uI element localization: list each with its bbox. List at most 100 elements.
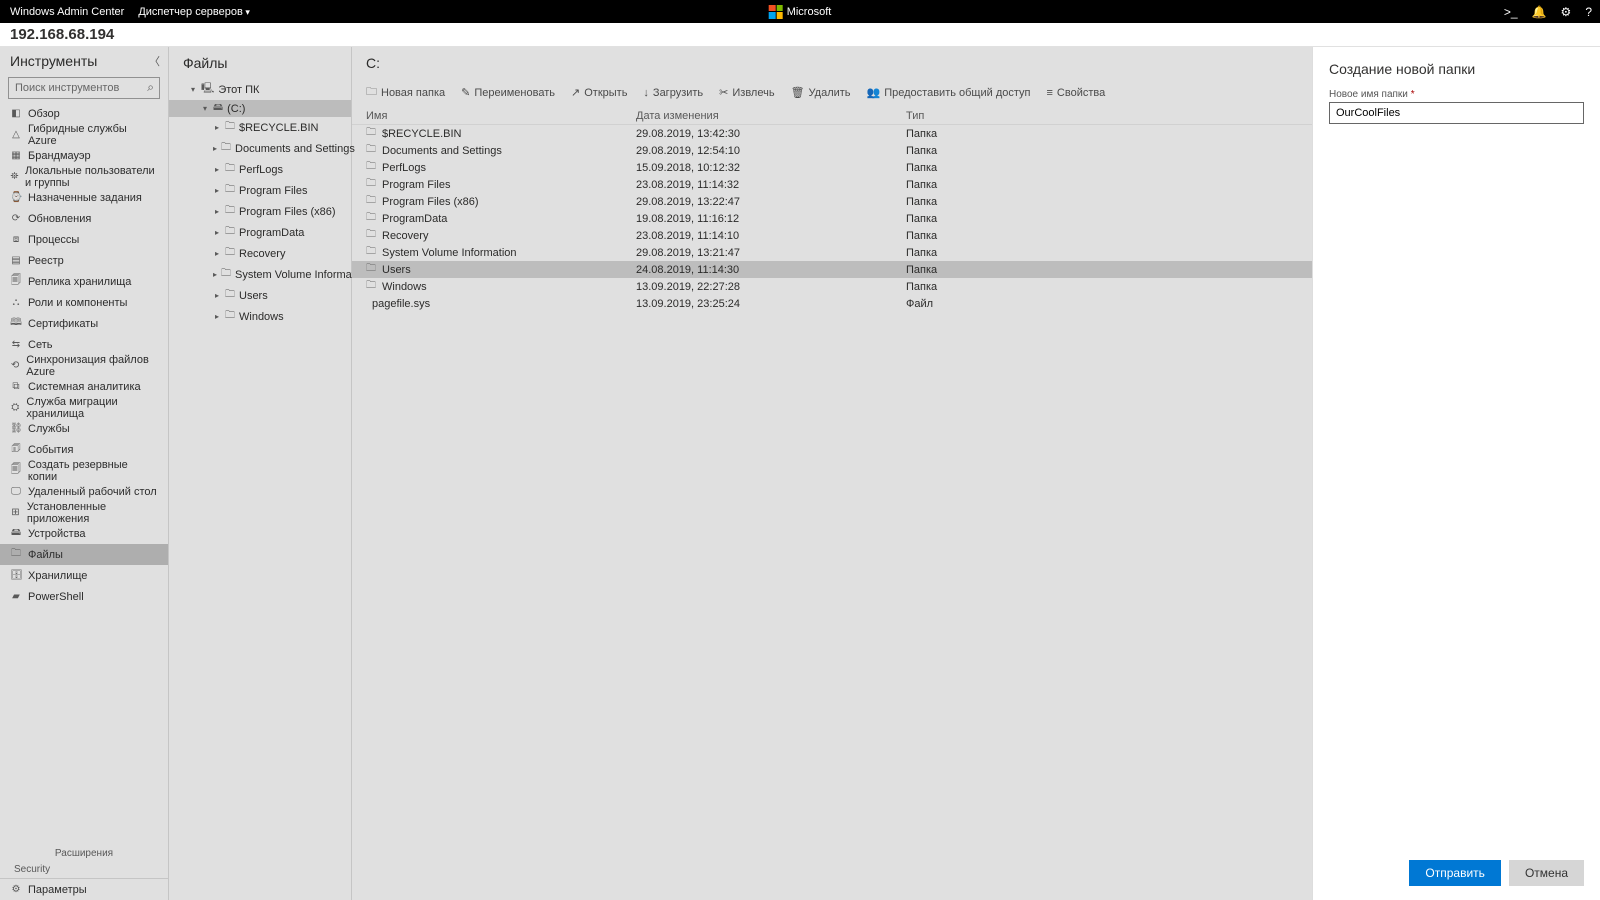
tree-folder[interactable]: ▸🗀System Volume Information bbox=[169, 266, 351, 283]
table-row[interactable]: 🗀Documents and Settings29.08.2019, 12:54… bbox=[352, 142, 1312, 159]
sidebar-settings[interactable]: ⚙ Параметры bbox=[0, 879, 168, 900]
top-bar: Windows Admin Center Диспетчер серверов … bbox=[0, 0, 1600, 23]
toolbar-button[interactable]: 👥Предоставить общий доступ bbox=[867, 83, 1031, 102]
table-row[interactable]: 🗀Program Files23.08.2019, 11:14:32Папка bbox=[352, 176, 1312, 193]
sidebar-item[interactable]: ⛓Службы bbox=[0, 418, 168, 439]
chevron-down-icon[interactable]: ▾ bbox=[201, 104, 209, 113]
sidebar-item[interactable]: ⊞Установленные приложения bbox=[0, 502, 168, 523]
chevron-right-icon[interactable]: ▸ bbox=[213, 207, 221, 216]
tree-drive-c[interactable]: ▾ 🖴 (C:) bbox=[169, 100, 351, 117]
toolbar-label: Извлечь bbox=[732, 87, 774, 99]
chevron-right-icon[interactable]: ▸ bbox=[213, 228, 221, 237]
sidebar-item[interactable]: 🗄Хранилище bbox=[0, 565, 168, 586]
toolbar-button[interactable]: ≡Свойства bbox=[1046, 83, 1105, 102]
file-date: 29.08.2019, 12:54:10 bbox=[636, 145, 906, 157]
tree-folder[interactable]: ▸🗀Program Files bbox=[169, 182, 351, 199]
submit-button[interactable]: Отправить bbox=[1409, 860, 1501, 886]
sidebar-item[interactable]: ⧈Процессы bbox=[0, 229, 168, 250]
tree-folder[interactable]: ▸🗀Documents and Settings bbox=[169, 140, 351, 157]
settings-icon[interactable]: ⚙ bbox=[1561, 5, 1572, 19]
col-type[interactable]: Тип bbox=[906, 110, 1006, 122]
tool-icon: ▦ bbox=[10, 150, 22, 161]
sidebar-item[interactable]: ◧Обзор bbox=[0, 103, 168, 124]
sidebar-item[interactable]: △Гибридные службы Azure bbox=[0, 124, 168, 145]
toolbar-button[interactable]: ✎Переименовать bbox=[461, 83, 555, 102]
toolbar-button[interactable]: 🗑Удалить bbox=[791, 83, 851, 102]
sidebar-item[interactable]: ⛯Локальные пользователи и группы bbox=[0, 166, 168, 187]
sidebar-item[interactable]: ⟲Синхронизация файлов Azure bbox=[0, 355, 168, 376]
tree-folder[interactable]: ▸🗀PerfLogs bbox=[169, 161, 351, 178]
chevron-right-icon[interactable]: ▸ bbox=[213, 291, 221, 300]
sidebar-item[interactable]: ⟳Обновления bbox=[0, 208, 168, 229]
tools-search-input[interactable] bbox=[8, 77, 160, 99]
sidebar-item[interactable]: ⛬Роли и компоненты bbox=[0, 292, 168, 313]
table-row[interactable]: pagefile.sys13.09.2019, 23:25:24Файл bbox=[352, 295, 1312, 312]
extension-security[interactable]: Security bbox=[0, 861, 168, 878]
tree-folder[interactable]: ▸🗀ProgramData bbox=[169, 224, 351, 241]
console-icon[interactable]: >_ bbox=[1504, 5, 1518, 19]
sidebar-item[interactable]: 🗐Реплика хранилища bbox=[0, 271, 168, 292]
chevron-right-icon[interactable]: ▸ bbox=[213, 270, 217, 279]
folder-name-input[interactable] bbox=[1329, 102, 1584, 124]
chevron-right-icon[interactable]: ▸ bbox=[213, 144, 217, 153]
file-type: Папка bbox=[906, 179, 1006, 191]
table-row[interactable]: 🗀Program Files (x86)29.08.2019, 13:22:47… bbox=[352, 193, 1312, 210]
toolbar-button[interactable]: ↗Открыть bbox=[571, 83, 627, 102]
collapse-tools-icon[interactable]: 〈 bbox=[149, 53, 160, 69]
tool-icon: ⧈ bbox=[10, 234, 22, 245]
table-row[interactable]: 🗀$RECYCLE.BIN29.08.2019, 13:42:30Папка bbox=[352, 125, 1312, 142]
toolbar-button[interactable]: ↓Загрузить bbox=[643, 83, 703, 102]
toolbar-button[interactable]: 🗀Новая папка bbox=[366, 83, 445, 102]
sidebar-item[interactable]: 🗐Создать резервные копии bbox=[0, 460, 168, 481]
app-name[interactable]: Windows Admin Center bbox=[10, 6, 124, 18]
help-icon[interactable]: ? bbox=[1585, 5, 1592, 19]
sidebar-item[interactable]: ▰PowerShell bbox=[0, 586, 168, 607]
file-type: Папка bbox=[906, 196, 1006, 208]
file-name: System Volume Information bbox=[382, 247, 517, 259]
chevron-right-icon[interactable]: ▸ bbox=[213, 312, 221, 321]
notifications-icon[interactable]: 🔔 bbox=[1532, 5, 1547, 19]
tree-folder[interactable]: ▸🗀Program Files (x86) bbox=[169, 203, 351, 220]
chevron-right-icon[interactable]: ▸ bbox=[213, 249, 221, 258]
tree-folder[interactable]: ▸🗀Windows bbox=[169, 308, 351, 325]
table-row[interactable]: 🗀PerfLogs15.09.2018, 10:12:32Папка bbox=[352, 159, 1312, 176]
tool-label: Локальные пользователи и группы bbox=[25, 165, 158, 189]
tool-label: Сеть bbox=[28, 339, 52, 351]
sidebar-item[interactable]: ▦Брандмауэр bbox=[0, 145, 168, 166]
sidebar-item[interactable]: ⧉Системная аналитика bbox=[0, 376, 168, 397]
table-row[interactable]: 🗀Windows13.09.2019, 22:27:28Папка bbox=[352, 278, 1312, 295]
server-manager-dropdown[interactable]: Диспетчер серверов bbox=[138, 6, 250, 18]
chevron-right-icon[interactable]: ▸ bbox=[213, 123, 221, 132]
sidebar-item[interactable]: ⛭Служба миграции хранилища bbox=[0, 397, 168, 418]
sidebar-item[interactable]: 🖵Удаленный рабочий стол bbox=[0, 481, 168, 502]
sidebar-item[interactable]: ⇆Сеть bbox=[0, 334, 168, 355]
sidebar-item[interactable]: ▤Реестр bbox=[0, 250, 168, 271]
chevron-right-icon[interactable]: ▸ bbox=[213, 186, 221, 195]
sidebar-item[interactable]: 🕮Сертификаты bbox=[0, 313, 168, 334]
chevron-right-icon[interactable]: ▸ bbox=[213, 165, 221, 174]
folder-icon: 🗀 bbox=[366, 125, 376, 142]
tools-search: ⌕ bbox=[8, 77, 160, 99]
col-date[interactable]: Дата изменения bbox=[636, 110, 906, 122]
tree-folder[interactable]: ▸🗀Recovery bbox=[169, 245, 351, 262]
toolbar-button[interactable]: ✂ Извлечь bbox=[719, 83, 774, 102]
sidebar-item[interactable]: ⌚Назначенные задания bbox=[0, 187, 168, 208]
cancel-button[interactable]: Отмена bbox=[1509, 860, 1584, 886]
col-name[interactable]: Имя bbox=[366, 110, 636, 122]
table-row[interactable]: 🗀Users24.08.2019, 11:14:30Папка bbox=[352, 261, 1312, 278]
table-row[interactable]: 🗀System Volume Information29.08.2019, 13… bbox=[352, 244, 1312, 261]
tree-folder[interactable]: ▸🗀Users bbox=[169, 287, 351, 304]
tree-folder[interactable]: ▸🗀$RECYCLE.BIN bbox=[169, 119, 351, 136]
tool-icon: ⟲ bbox=[10, 360, 20, 371]
toolbar-icon: ✂ bbox=[719, 86, 728, 99]
sidebar-item[interactable]: 🗀Файлы bbox=[0, 544, 168, 565]
table-row[interactable]: 🗀ProgramData19.08.2019, 11:16:12Папка bbox=[352, 210, 1312, 227]
tree-root[interactable]: ▾ 🖳 Этот ПК bbox=[169, 81, 351, 98]
sidebar-item[interactable]: 🗊События bbox=[0, 439, 168, 460]
toolbar-label: Переименовать bbox=[474, 87, 555, 99]
file-date: 13.09.2019, 22:27:28 bbox=[636, 281, 906, 293]
sidebar-item[interactable]: 🖴Устройства bbox=[0, 523, 168, 544]
folder-icon: 🗀 bbox=[366, 278, 376, 295]
table-row[interactable]: 🗀Recovery23.08.2019, 11:14:10Папка bbox=[352, 227, 1312, 244]
chevron-down-icon[interactable]: ▾ bbox=[189, 85, 197, 94]
